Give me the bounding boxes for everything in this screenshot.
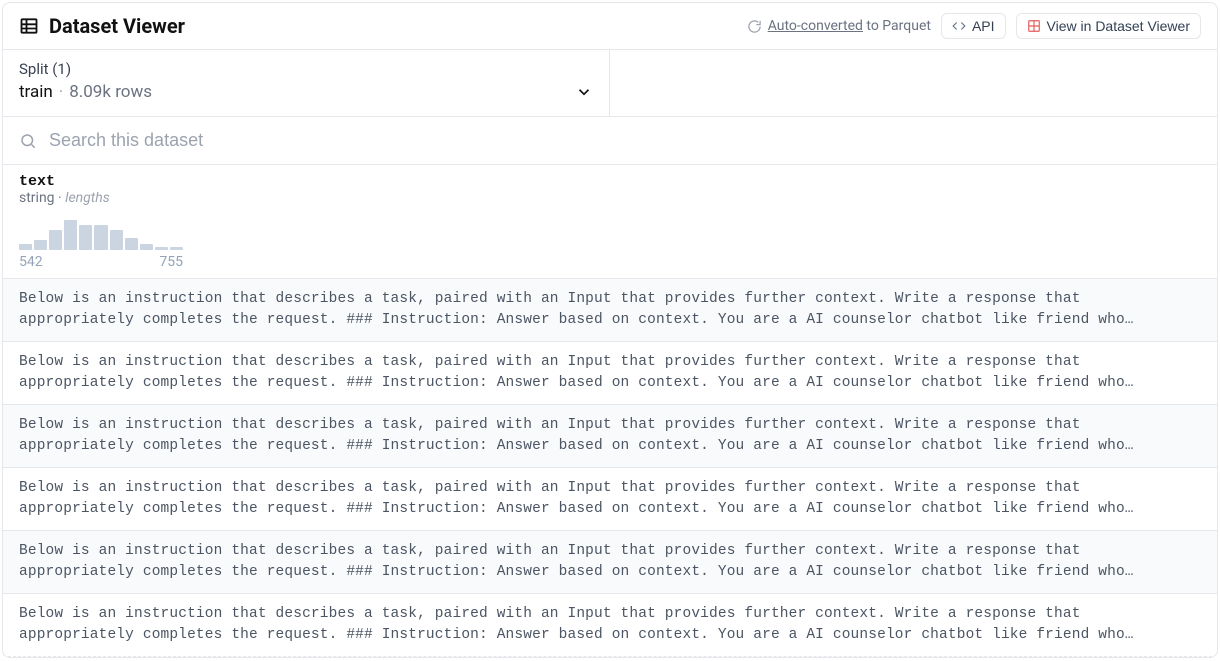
table-row[interactable]: Below is an instruction that describes a… bbox=[3, 467, 1217, 530]
histogram-bars bbox=[19, 214, 183, 250]
header-right: Auto-converted to Parquet API bbox=[747, 13, 1201, 39]
chevron-down-icon bbox=[575, 83, 593, 101]
autoconvert-rest: to Parquet bbox=[863, 18, 931, 34]
split-row: Split (1) train·8.09k rows bbox=[3, 49, 1217, 116]
column-header[interactable]: text string · lengths bbox=[3, 164, 1217, 210]
split-empty-cell bbox=[610, 50, 1217, 116]
split-rows: 8.09k rows bbox=[69, 82, 152, 102]
api-button-label: API bbox=[972, 18, 995, 34]
autoconvert-link[interactable]: Auto-converted bbox=[768, 18, 863, 34]
histogram[interactable]: 542 755 bbox=[3, 210, 1217, 278]
histogram-bar bbox=[34, 240, 47, 250]
rows-container: Below is an instruction that describes a… bbox=[3, 278, 1217, 657]
panel-header: Dataset Viewer Auto-converted to Parquet bbox=[3, 3, 1217, 49]
histogram-bar bbox=[110, 230, 123, 250]
split-selector[interactable]: Split (1) train·8.09k rows bbox=[3, 50, 610, 116]
histogram-labels: 542 755 bbox=[19, 254, 183, 270]
split-label: Split (1) bbox=[19, 60, 593, 78]
histogram-bar bbox=[79, 225, 92, 250]
refresh-icon bbox=[747, 19, 762, 34]
histogram-bar bbox=[140, 244, 153, 250]
code-icon bbox=[952, 19, 966, 33]
table-row[interactable]: Below is an instruction that describes a… bbox=[3, 593, 1217, 657]
table-row[interactable]: Below is an instruction that describes a… bbox=[3, 341, 1217, 404]
column-lengths-label: lengths bbox=[65, 190, 110, 206]
histogram-bar bbox=[19, 244, 32, 250]
search-row bbox=[3, 116, 1217, 164]
search-icon bbox=[19, 132, 37, 150]
histogram-max: 755 bbox=[159, 254, 183, 270]
histogram-min: 542 bbox=[19, 254, 43, 270]
table-icon bbox=[19, 16, 39, 36]
histogram-bar bbox=[125, 238, 138, 250]
histogram-bar bbox=[94, 225, 107, 250]
column-type-value: string bbox=[19, 190, 55, 206]
dataset-viewer-panel: Dataset Viewer Auto-converted to Parquet bbox=[2, 2, 1218, 658]
panel-title: Dataset Viewer bbox=[49, 14, 185, 38]
histogram-bar bbox=[155, 247, 168, 250]
split-name: train bbox=[19, 82, 53, 102]
column-type: string · lengths bbox=[19, 190, 1201, 206]
histogram-bar bbox=[49, 230, 62, 250]
header-left: Dataset Viewer bbox=[19, 14, 185, 38]
search-input[interactable] bbox=[47, 129, 1201, 152]
histogram-bar bbox=[64, 220, 77, 250]
view-in-viewer-button[interactable]: View in Dataset Viewer bbox=[1016, 13, 1201, 39]
view-button-label: View in Dataset Viewer bbox=[1047, 18, 1190, 34]
column-name: text bbox=[19, 173, 1201, 190]
grid-icon bbox=[1027, 19, 1041, 33]
split-value: train·8.09k rows bbox=[19, 82, 152, 102]
table-row[interactable]: Below is an instruction that describes a… bbox=[3, 278, 1217, 341]
table-row[interactable]: Below is an instruction that describes a… bbox=[3, 404, 1217, 467]
autoconvert-label: Auto-converted to Parquet bbox=[747, 18, 931, 34]
api-button[interactable]: API bbox=[941, 13, 1006, 39]
table-row[interactable]: Below is an instruction that describes a… bbox=[3, 530, 1217, 593]
histogram-bar bbox=[170, 247, 183, 250]
